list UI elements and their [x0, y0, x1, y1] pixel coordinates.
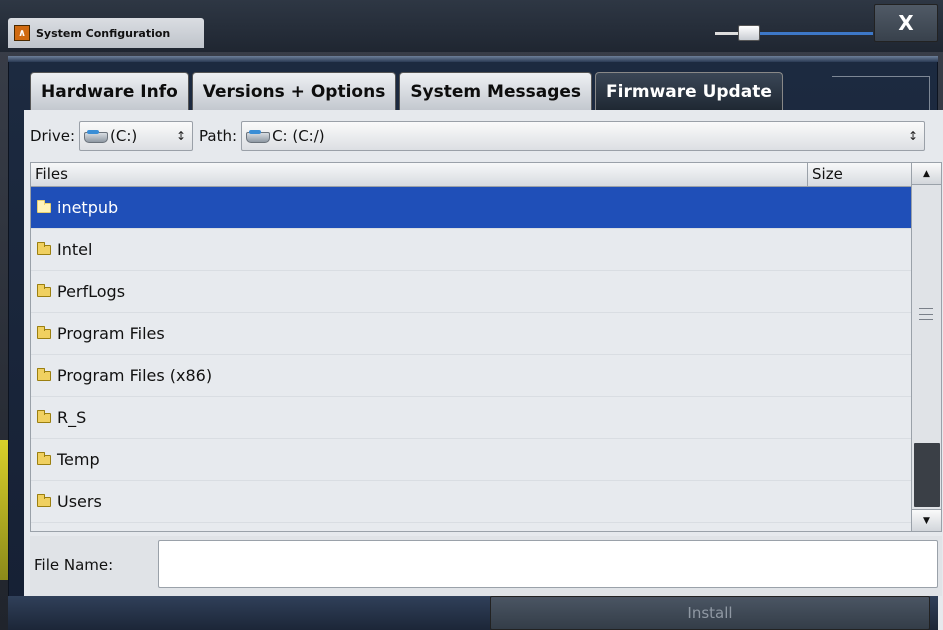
file-name: Program Files [57, 324, 165, 343]
scroll-grip-icon [911, 308, 941, 320]
file-row-intel[interactable]: Intel [31, 229, 911, 271]
dialog-top-border [8, 56, 938, 62]
file-row-program-files[interactable]: Program Files [31, 313, 911, 355]
file-name: Temp [57, 450, 100, 469]
folder-icon [37, 409, 51, 423]
folder-icon [37, 367, 51, 381]
window-title: System Configuration [36, 26, 171, 40]
file-name: Intel [57, 240, 93, 259]
drive-path-row: Drive: (C:) ↕ Path: C: (C:/) ↕ [30, 118, 942, 154]
scroll-thumb[interactable] [914, 443, 940, 507]
header-size[interactable]: Size [807, 163, 911, 187]
folder-icon [37, 241, 51, 255]
app-icon: ∧ [14, 25, 30, 41]
tab-hardware-info[interactable]: Hardware Info [30, 72, 189, 110]
tab-bar: Hardware Info Versions + Options System … [30, 72, 786, 110]
file-list-header: Files Size [31, 163, 911, 187]
file-name-label: File Name: [34, 556, 114, 574]
path-label: Path: [199, 127, 238, 145]
file-name-input[interactable] [158, 540, 938, 588]
path-value: C: (C:/) [272, 127, 325, 145]
file-row-temp[interactable]: Temp [31, 439, 911, 481]
transparency-slider-thumb[interactable] [738, 25, 760, 41]
folder-icon [37, 493, 51, 507]
drive-value: (C:) [110, 127, 138, 145]
drive-label: Drive: [30, 127, 76, 145]
header-files[interactable]: Files [35, 165, 68, 183]
file-name: PerfLogs [57, 282, 126, 301]
folder-icon [37, 325, 51, 339]
install-button[interactable]: Install [490, 596, 930, 630]
path-drive-icon [246, 130, 271, 143]
folder-icon [37, 283, 51, 297]
file-row-inetpub[interactable]: inetpub [31, 187, 911, 229]
file-name: Users [57, 492, 102, 511]
window-title-tab: ∧ System Configuration [8, 18, 204, 48]
tab-firmware-update[interactable]: Firmware Update [595, 72, 783, 110]
file-name: inetpub [57, 198, 119, 217]
file-row-perflogs[interactable]: PerfLogs [31, 271, 911, 313]
file-rows: inetpub Intel PerfLogs Program Files Pro… [31, 187, 911, 523]
tab-system-messages[interactable]: System Messages [399, 72, 593, 110]
scroll-up-arrow-icon[interactable]: ▲ [912, 163, 941, 185]
file-row-r-s[interactable]: R_S [31, 397, 911, 439]
path-select-arrow-icon: ↕ [908, 129, 919, 143]
close-button[interactable]: X [874, 4, 938, 42]
tab-strip-edge [832, 76, 930, 110]
tab-versions-options[interactable]: Versions + Options [191, 72, 397, 110]
drive-icon [84, 130, 109, 143]
file-list: Files Size inetpub Intel PerfLogs Progra… [30, 162, 942, 532]
file-row-program-files-x86[interactable]: Program Files (x86) [31, 355, 911, 397]
transparency-slider-fill [715, 32, 739, 35]
scroll-down-arrow-icon[interactable]: ▼ [912, 509, 941, 531]
file-row-users[interactable]: Users [31, 481, 911, 523]
drive-select-arrow-icon: ↕ [175, 129, 187, 143]
file-name: R_S [57, 408, 87, 427]
folder-icon [37, 451, 51, 465]
path-select[interactable]: C: (C:/) ↕ [241, 121, 926, 151]
folder-icon [37, 199, 51, 213]
drive-select[interactable]: (C:) ↕ [79, 121, 194, 151]
file-name: Program Files (x86) [57, 366, 213, 385]
file-name-row: File Name: [30, 536, 942, 596]
file-list-scrollbar[interactable]: ▲ ▼ [911, 163, 941, 531]
